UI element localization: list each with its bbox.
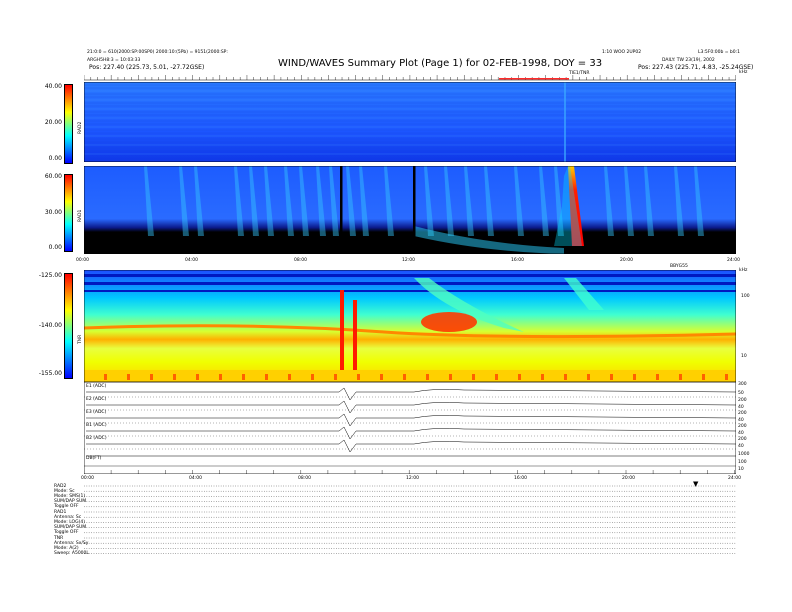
rad2-ylabel: RAD2 [78,121,83,134]
hk-xtick-3: 12:00 [406,476,419,481]
hk-right-db-c: 10 [738,467,744,472]
tnr-cb-tick-mid: -140.00 [38,322,62,329]
tnr-right-tick-10: 10 [741,354,747,359]
hk-right-db-b: 100 [738,460,747,465]
header-left-line1: 21:0:0 = 610(2000:SP:00SP0) 2000:10:(5Pb… [87,50,228,55]
housekeeping-panel [84,382,736,474]
hk-label-b2: B2 (ADC) [86,436,107,441]
hk-right-e1-a: 300 [738,382,747,387]
rad1-xtick-3: 12:00 [402,258,415,263]
hk-right-e2-b: 40 [738,405,744,410]
footer-tnr-line-3: Sweep: A5000L [54,551,89,556]
rad1-cb-tick-min: 0.00 [48,244,62,251]
rad1-cb-tick-mid: 30.00 [44,209,62,216]
event-marker [499,78,569,80]
hk-xtick-4: 16:00 [514,476,527,481]
hk-right-e3-b: 40 [738,418,744,423]
rad1-spectrogram [84,166,736,254]
header-right-position: Pos: 227.43 (225.71, 4.83, -25.24GSE) [638,64,754,71]
top-tick-strip [84,75,736,81]
rad1-xtick-5: 20:00 [620,258,633,263]
tnr-top-right-label: BBYG55 [670,264,688,269]
tnr-cb-tick-max: -125.00 [38,272,62,279]
footer-rad2-block: RAD2 Mode: Sc Mode: SMS(1) SUM/DAP SUM T… [54,484,86,509]
footer-dotted-table [84,485,736,554]
rad1-xtick-1: 04:00 [185,258,198,263]
hk-label-e1: E1 (ADC) [86,384,107,389]
rad1-ylabel: RAD1 [78,209,83,222]
rad2-cb-tick-mid: 20.00 [44,119,62,126]
tnr-spectrogram [84,270,736,382]
hk-right-e2-a: 200 [738,398,747,403]
header-right-line1: 1:10 WOO 2UP02 [602,50,642,55]
tnr-colorbar [64,273,73,379]
rad1-xtick-2: 08:00 [294,258,307,263]
tnr-spike-2 [353,300,357,382]
hk-xtick-2: 08:00 [298,476,311,481]
hk-label-e2: E2 (ADC) [86,397,107,402]
tnr-spike-1 [340,290,344,382]
tnr-cb-tick-min: -155.00 [38,370,62,377]
hk-xtick-5: 20:00 [622,476,635,481]
tnr-right-axis-label: kHz [739,268,748,273]
footer-rad1-line-4: Toggle OFF [54,530,79,535]
tnr-right-tick-100: 100 [741,294,750,299]
hk-xtick-6: 24:00 [728,476,741,481]
footer-rad1-block: RAD1 Antenna: Sc Mode: LOG(4) SUM/DAP SU… [54,510,86,535]
header-left-line2: ARGH5H8:3 = 10:03:33 [87,58,141,63]
rad2-cb-tick-max: 40.00 [44,83,62,90]
rad1-cb-tick-max: 60.00 [44,173,62,180]
rad1-dark-streak-2 [413,166,416,254]
rad1-xtick-6: 24:00 [727,258,740,263]
hk-right-b2-b: 40 [738,444,744,449]
hk-right-b2-a: 200 [738,437,747,442]
rad1-xtick-4: 16:00 [511,258,524,263]
hk-label-b1: B1 (ADC) [86,423,107,428]
rad2-spectrogram [84,82,736,162]
rad1-colorbar [64,174,73,252]
rad1-xtick-0: 00:00 [76,258,89,263]
hk-right-b1-b: 40 [738,431,744,436]
header-right-line3: DAILY: TW 23(19), 2002 [662,58,715,63]
page-title: WIND/WAVES Summary Plot (Page 1) for 02-… [278,58,603,69]
hk-label-db: DB(FT) [86,456,102,461]
hk-right-b1-a: 200 [738,424,747,429]
hk-label-e3: E3 (ADC) [86,410,107,415]
hk-right-e1-b: 50 [738,391,744,396]
hk-xtick-1: 04:00 [189,476,202,481]
header-right-line2: L3:5F0:00b = b0:1 [698,50,741,55]
hk-right-e3-a: 200 [738,411,747,416]
rad1-dark-streak-1 [340,166,343,254]
rad2-colorbar [64,84,73,164]
rad2-cb-tick-min: 0.00 [48,155,62,162]
footer-tnr-block: TNR Antenna: Sx/Sy Mode: A(2) Sweep: A50… [54,536,89,556]
hk-right-db-a: 1000 [738,452,750,457]
hk-xtick-0: 00:00 [81,476,94,481]
rad2-burst [564,82,566,162]
header-left-position: Pos: 227.40 (225.73, 5.01, -27.72GSE) [89,64,205,71]
tnr-ylabel: TNR [78,334,83,344]
tnr-hot-region [421,312,477,332]
footer-rad2-line-4: Toggle OFF [54,504,79,509]
right-corner-label: kHz [739,70,748,75]
